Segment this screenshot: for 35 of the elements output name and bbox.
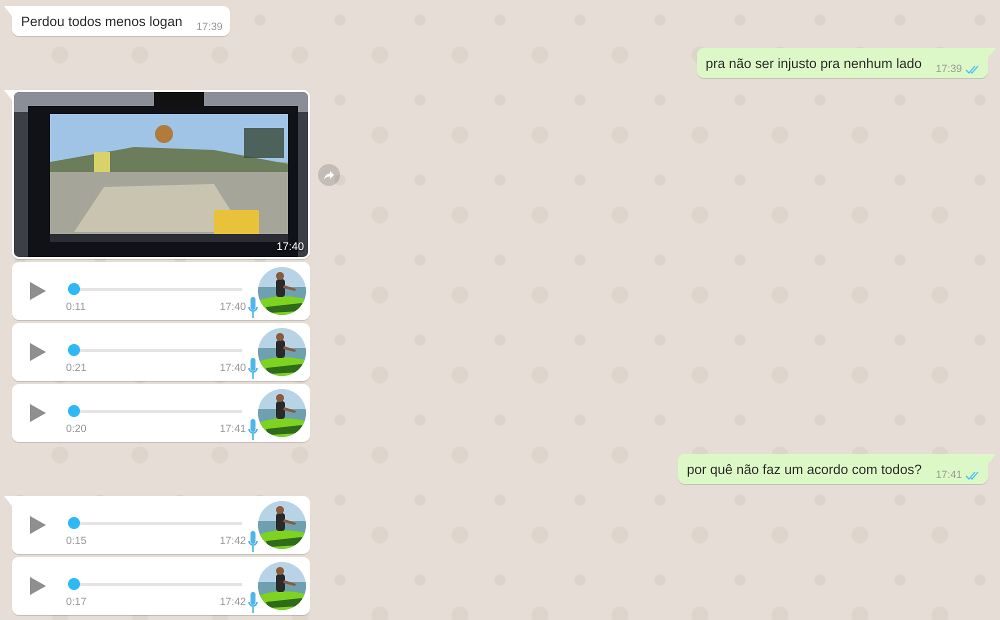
slider-thumb[interactable] <box>68 517 80 529</box>
message-time: 17:42 <box>220 596 246 608</box>
microphone-icon <box>248 592 258 614</box>
image-message[interactable]: 17:40 <box>12 90 310 259</box>
microphone-icon <box>248 419 258 441</box>
message-time: 17:40 <box>220 301 246 313</box>
voice-duration: 0:17 <box>66 596 86 608</box>
play-button[interactable] <box>28 280 48 302</box>
play-button[interactable] <box>28 514 48 536</box>
microphone-icon <box>248 531 258 553</box>
message-text: pra não ser injusto pra nenhum lado <box>706 55 922 73</box>
voice-duration: 0:15 <box>66 535 86 547</box>
voice-duration: 0:21 <box>66 362 86 374</box>
message-text: por quê não faz um acordo com todos? <box>686 461 922 479</box>
message-time: 17:42 <box>220 535 246 547</box>
message-text: Perdou todos menos logan <box>21 13 182 31</box>
message-time: 17:39 <box>936 63 962 75</box>
message-time: 17:40 <box>276 241 304 253</box>
message-time: 17:40 <box>220 362 246 374</box>
microphone-icon <box>248 358 258 380</box>
voice-duration: 0:11 <box>66 301 86 313</box>
microphone-icon <box>248 297 258 319</box>
forward-button[interactable] <box>318 164 340 186</box>
forward-icon <box>323 168 335 180</box>
play-button[interactable] <box>28 575 48 597</box>
slider-thumb[interactable] <box>68 578 80 590</box>
message-time: 17:41 <box>936 469 962 481</box>
message-time: 17:39 <box>196 21 223 33</box>
voice-duration: 0:20 <box>66 423 86 435</box>
play-button[interactable] <box>28 402 48 424</box>
message-time: 17:41 <box>220 423 246 435</box>
slider-thumb[interactable] <box>68 283 80 295</box>
slider-thumb[interactable] <box>68 405 80 417</box>
play-button[interactable] <box>28 341 48 363</box>
slider-thumb[interactable] <box>68 344 80 356</box>
